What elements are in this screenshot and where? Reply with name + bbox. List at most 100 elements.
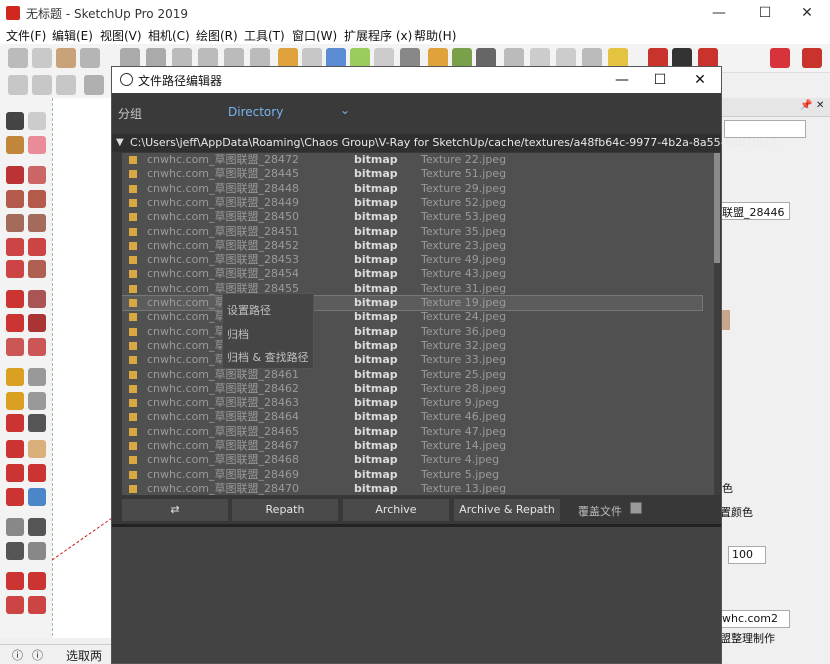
tape-tool-icon[interactable]	[6, 368, 24, 386]
table-row[interactable]: cnwhc.com_草图 bitmap Texture 32.jpeg	[122, 339, 702, 353]
axes-tool-icon[interactable]	[6, 414, 24, 432]
select-icon[interactable]	[8, 48, 28, 68]
arc-tool-icon[interactable]	[6, 238, 24, 256]
table-row[interactable]: cnwhc.com_草图联盟_28462 bitmap Texture 28.jpe…	[122, 382, 702, 396]
rectangle-tool-icon[interactable]	[6, 190, 24, 208]
extension-tool-icon[interactable]	[6, 572, 24, 590]
table-row[interactable]: cnwhc.com_草图联盟_28463 bitmap Texture 9.jpeg	[122, 396, 702, 410]
warehouse-icon[interactable]	[278, 48, 298, 68]
tray-icon[interactable]	[556, 48, 576, 68]
table-row[interactable]: cnwhc.com_草图联盟_28451 bitmap Texture 35.jpe…	[122, 225, 702, 239]
vray-light-icon[interactable]	[452, 48, 472, 68]
offset-tool-icon[interactable]	[28, 338, 46, 356]
menu-draw[interactable]: 绘图(R)	[196, 27, 238, 44]
zoom-tool-icon[interactable]	[6, 464, 24, 482]
table-row[interactable]: cnwhc.com_草图联盟_28450 bitmap Texture 53.jpe…	[122, 210, 702, 224]
ruby-icon[interactable]	[770, 48, 790, 68]
table-row[interactable]: cnwhc.com_草图联盟_28468 bitmap Texture 4.jpeg	[122, 453, 702, 467]
rotate-icon[interactable]	[80, 48, 100, 68]
dimension-tool-icon[interactable]	[28, 368, 46, 386]
pan-icon[interactable]	[32, 75, 52, 95]
close-button[interactable]: ✕	[784, 0, 830, 26]
table-row[interactable]: cnwhc.com_草图联盟_28452 bitmap Texture 23.jpe…	[122, 239, 702, 253]
right-view-icon[interactable]	[198, 48, 218, 68]
freehand-tool-icon[interactable]	[28, 166, 46, 184]
extension2-tool-icon[interactable]	[28, 572, 46, 590]
3dtext-tool-icon[interactable]	[28, 414, 46, 432]
move-tool-icon[interactable]	[6, 290, 24, 308]
menu-edit[interactable]: 编辑(E)	[52, 27, 93, 44]
followme-tool-icon[interactable]	[28, 314, 46, 332]
menu-extensions[interactable]: 扩展程序 (x)	[344, 27, 412, 44]
table-row[interactable]: cnwhc.com_草图联盟_28448 bitmap Texture 29.jpe…	[122, 182, 702, 196]
chevron-down-icon[interactable]: ⌄	[340, 103, 350, 117]
table-row[interactable]: cnwhc.com_草图联盟_28453 bitmap Texture 49.jpe…	[122, 253, 702, 267]
menu-file[interactable]: 文件(F)	[6, 27, 46, 44]
arc3-tool-icon[interactable]	[6, 260, 24, 278]
archive-button[interactable]: Archive	[343, 499, 449, 521]
pie-tool-icon[interactable]	[28, 260, 46, 278]
table-row[interactable]: cnwhc.com_草图 bitmap Texture 33.jpeg	[122, 353, 702, 367]
group-dropdown[interactable]: Directory	[228, 105, 283, 119]
table-row[interactable]: cnwhc.com_草图联盟_28464 bitmap Texture 46.jpe…	[122, 410, 702, 424]
table-row[interactable]: cnwhc.com_草图联盟_28454 bitmap Texture 43.jpe…	[122, 267, 702, 281]
select-arrow-icon[interactable]	[6, 112, 24, 130]
front-view-icon[interactable]	[172, 48, 192, 68]
sun-icon[interactable]	[608, 48, 628, 68]
directory-path-row[interactable]: ▼ C:\Users\jeff\AppData\Roaming\Chaos Gr…	[112, 134, 788, 152]
archive-repath-button[interactable]: Archive & Repath	[454, 499, 560, 521]
previous-view-tool-icon[interactable]	[28, 488, 46, 506]
make-component-icon[interactable]	[28, 112, 46, 130]
info-icon[interactable]: ⓘ	[12, 647, 23, 663]
table-row[interactable]: cnwhc.com_草图 bitmap Texture 24.jpeg	[122, 310, 702, 324]
paint-bucket-icon[interactable]	[648, 48, 668, 68]
top-view-icon[interactable]	[146, 48, 166, 68]
ctx-archive-find-path[interactable]: 归档 & 查找路径	[227, 349, 309, 365]
orbit-icon[interactable]	[8, 75, 28, 95]
collapse-arrow-icon[interactable]: ▼	[116, 137, 124, 148]
walk-tool-icon[interactable]	[6, 542, 24, 560]
protractor-tool-icon[interactable]	[6, 392, 24, 410]
tray-close-icon[interactable]: ✕	[816, 100, 824, 111]
layers-icon[interactable]	[530, 48, 550, 68]
dialog-maximize-button[interactable]: ☐	[640, 67, 680, 93]
pin-icon[interactable]: 📌	[800, 100, 812, 111]
table-row[interactable]: cnwhc.com_草图联盟_28470 bitmap Texture 13.jpe…	[122, 482, 702, 495]
rotated-rect-tool-icon[interactable]	[28, 190, 46, 208]
left-view-icon[interactable]	[250, 48, 270, 68]
zoom-icon[interactable]	[56, 75, 76, 95]
measure-icon[interactable]	[350, 48, 370, 68]
paint-icon[interactable]	[56, 48, 76, 68]
look-around-tool-icon[interactable]	[28, 518, 46, 536]
overwrite-checkbox[interactable]	[630, 502, 642, 514]
cube-red-icon[interactable]	[698, 48, 718, 68]
share-icon[interactable]	[302, 48, 322, 68]
section-icon[interactable]	[374, 48, 394, 68]
refresh-button[interactable]: ⇄	[122, 499, 228, 521]
zoom-extents-tool-icon[interactable]	[6, 488, 24, 506]
table-row[interactable]: cnwhc.com_草图 bitmap Texture 36.jpeg	[122, 325, 702, 339]
menu-tools[interactable]: 工具(T)	[244, 27, 285, 44]
section-plane-tool-icon[interactable]	[28, 542, 46, 560]
zoom-window-tool-icon[interactable]	[28, 464, 46, 482]
table-row[interactable]: cnwhc.com_草图联盟_28461 bitmap Texture 25.jpe…	[122, 368, 702, 382]
back-view-icon[interactable]	[224, 48, 244, 68]
menu-window[interactable]: 窗口(W)	[292, 27, 337, 44]
extension3-tool-icon[interactable]	[6, 596, 24, 614]
menu-help[interactable]: 帮助(H)	[414, 27, 456, 44]
extension4-tool-icon[interactable]	[28, 596, 46, 614]
circle-tool-icon[interactable]	[6, 214, 24, 232]
speaker-icon[interactable]	[504, 48, 524, 68]
polygon-tool-icon[interactable]	[28, 214, 46, 232]
dialog-minimize-button[interactable]: —	[602, 67, 642, 93]
menu-view[interactable]: 视图(V)	[100, 27, 142, 44]
line-tool-icon[interactable]	[6, 166, 24, 184]
gear-icon[interactable]	[672, 48, 692, 68]
menu-camera[interactable]: 相机(C)	[148, 27, 190, 44]
table-row[interactable]: cnwhc.com_草图联盟_28472 bitmap Texture 22.jpe…	[122, 153, 702, 167]
scale-tool-icon[interactable]	[6, 338, 24, 356]
extension-icon[interactable]	[802, 48, 822, 68]
paint-bucket-tool-icon[interactable]	[6, 136, 24, 154]
iso-view-icon[interactable]	[120, 48, 140, 68]
list-scrollbar[interactable]	[714, 153, 720, 495]
